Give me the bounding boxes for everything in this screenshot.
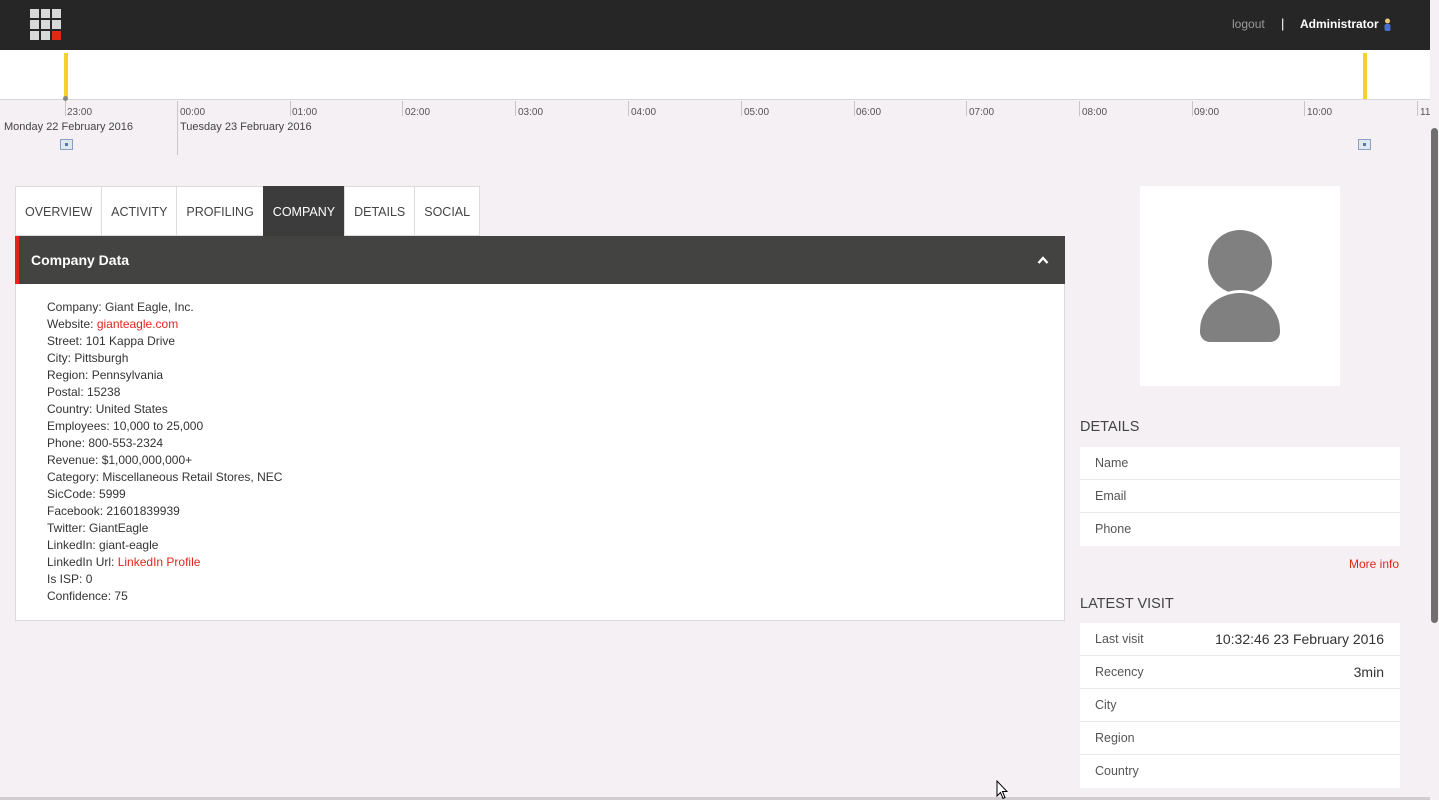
timeline-tick	[1417, 101, 1418, 116]
visit-row-region: Region	[1080, 722, 1400, 755]
field-website: Website: gianteagle.com	[47, 317, 179, 331]
tab-profiling[interactable]: PROFILING	[176, 186, 263, 236]
top-bar: logout | Administrator	[0, 0, 1430, 50]
timeline-day-label: Monday 22 February 2016	[4, 121, 134, 133]
timeline-hour-label: 11	[1420, 107, 1431, 118]
field-company: Company: Giant Eagle, Inc.	[47, 300, 194, 314]
visit-row-last-visit: Last visit 10:32:46 23 February 2016	[1080, 623, 1400, 656]
field-category: Category: Miscellaneous Retail Stores, N…	[47, 470, 283, 484]
logout-link[interactable]: logout	[1232, 17, 1265, 31]
tab-details[interactable]: DETAILS	[344, 186, 415, 236]
field-revenue: Revenue: $1,000,000,000+	[47, 453, 193, 467]
timeline-tick	[515, 101, 516, 116]
linkedin-profile-link[interactable]: LinkedIn Profile	[118, 555, 201, 569]
field-country: Country: United States	[47, 402, 168, 416]
timeline-hour-label: 03:00	[518, 107, 544, 118]
day-separator	[177, 101, 178, 155]
scrollbar-thumb[interactable]	[1431, 128, 1438, 623]
avatar-body	[1200, 290, 1280, 342]
field-postal: Postal: 15238	[47, 385, 121, 399]
timeline-tick	[290, 101, 291, 116]
timeline-hour-label: 10:00	[1307, 107, 1333, 118]
timeline-hour-label: 01:00	[292, 107, 318, 118]
timeline-hour-label: 04:00	[631, 107, 657, 118]
timeline-hour-label: 02:00	[405, 107, 431, 118]
field-siccode: SicCode: 5999	[47, 487, 126, 501]
field-twitter: Twitter: GiantEagle	[47, 521, 149, 535]
calendar-icon[interactable]	[60, 139, 73, 150]
latest-visit-list: Last visit 10:32:46 23 February 2016 Rec…	[1080, 623, 1400, 788]
timeline-hour-label: 08:00	[1082, 107, 1108, 118]
header-separator: |	[1281, 16, 1285, 31]
timeline-hour-label: 00:00	[180, 107, 206, 118]
tab-social[interactable]: SOCIAL	[414, 186, 481, 236]
latest-visit-title: LATEST VISIT	[1080, 596, 1174, 612]
field-confidence: Confidence: 75	[47, 589, 128, 603]
timeline-tick	[741, 101, 742, 116]
timeline-hour-label: 06:00	[856, 107, 882, 118]
timeline-hour-label: 05:00	[744, 107, 770, 118]
details-list: Name Email Phone	[1080, 447, 1400, 546]
timeline-start-marker[interactable]	[64, 53, 68, 99]
timeline-hour-label: 09:00	[1194, 107, 1220, 118]
timeline-tick	[628, 101, 629, 116]
more-info-link[interactable]: More info	[1349, 557, 1399, 571]
timeline-hour-label: 23:00	[67, 107, 93, 118]
field-region: Region: Pennsylvania	[47, 368, 164, 382]
avatar	[1140, 186, 1340, 386]
timeline-day-label: Tuesday 23 February 2016	[180, 121, 312, 133]
timeline-tick	[854, 101, 855, 116]
timeline-tick	[1192, 101, 1193, 116]
field-linkedin-url: LinkedIn Url: LinkedIn Profile	[47, 555, 201, 569]
grid-logo-icon[interactable]	[30, 9, 62, 41]
user-name[interactable]: Administrator	[1300, 17, 1379, 31]
field-linkedin: LinkedIn: giant-eagle	[47, 538, 159, 552]
timeline-tick	[966, 101, 967, 116]
company-panel-body: Company: Giant Eagle, Inc. Website: gian…	[15, 284, 1065, 621]
company-fields: Company: Giant Eagle, Inc. Website: gian…	[47, 300, 282, 606]
profile-tabs: OVERVIEW ACTIVITY PROFILING COMPANY DETA…	[15, 186, 481, 236]
visit-row-country: Country	[1095, 764, 1139, 778]
panel-title: Company Data	[31, 252, 130, 268]
user-icon[interactable]	[1383, 18, 1392, 32]
timeline[interactable]	[0, 50, 1430, 100]
avatar-head	[1208, 230, 1272, 294]
timeline-tick	[402, 101, 403, 116]
timeline-tick	[65, 101, 66, 116]
visit-row-recency: Recency 3min	[1080, 656, 1400, 689]
tab-activity[interactable]: ACTIVITY	[101, 186, 177, 236]
timeline-tick	[1079, 101, 1080, 116]
calendar-icon[interactable]	[1358, 139, 1371, 150]
field-phone: Phone: 800-553-2324	[47, 436, 164, 450]
details-title: DETAILS	[1080, 419, 1140, 435]
visit-row-city: City	[1080, 689, 1400, 722]
timeline-end-marker[interactable]	[1363, 53, 1367, 99]
field-street: Street: 101 Kappa Drive	[47, 334, 176, 348]
field-facebook: Facebook: 21601839939	[47, 504, 180, 518]
details-row-email: Email	[1080, 480, 1400, 513]
field-city: City: Pittsburgh	[47, 351, 129, 365]
tab-company[interactable]: COMPANY	[262, 186, 345, 236]
details-row-name: Name	[1080, 447, 1400, 480]
website-link[interactable]: gianteagle.com	[97, 317, 178, 331]
timeline-tick	[1304, 101, 1305, 116]
chevron-up-icon[interactable]	[1037, 255, 1049, 265]
tab-overview[interactable]: OVERVIEW	[15, 186, 102, 236]
mouse-cursor-icon	[996, 780, 1008, 800]
field-is-isp: Is ISP: 0	[47, 572, 93, 586]
field-employees: Employees: 10,000 to 25,000	[47, 419, 204, 433]
details-row-phone: Phone	[1095, 522, 1132, 536]
timeline-hour-label: 07:00	[969, 107, 995, 118]
company-panel-header[interactable]: Company Data	[15, 236, 1065, 284]
